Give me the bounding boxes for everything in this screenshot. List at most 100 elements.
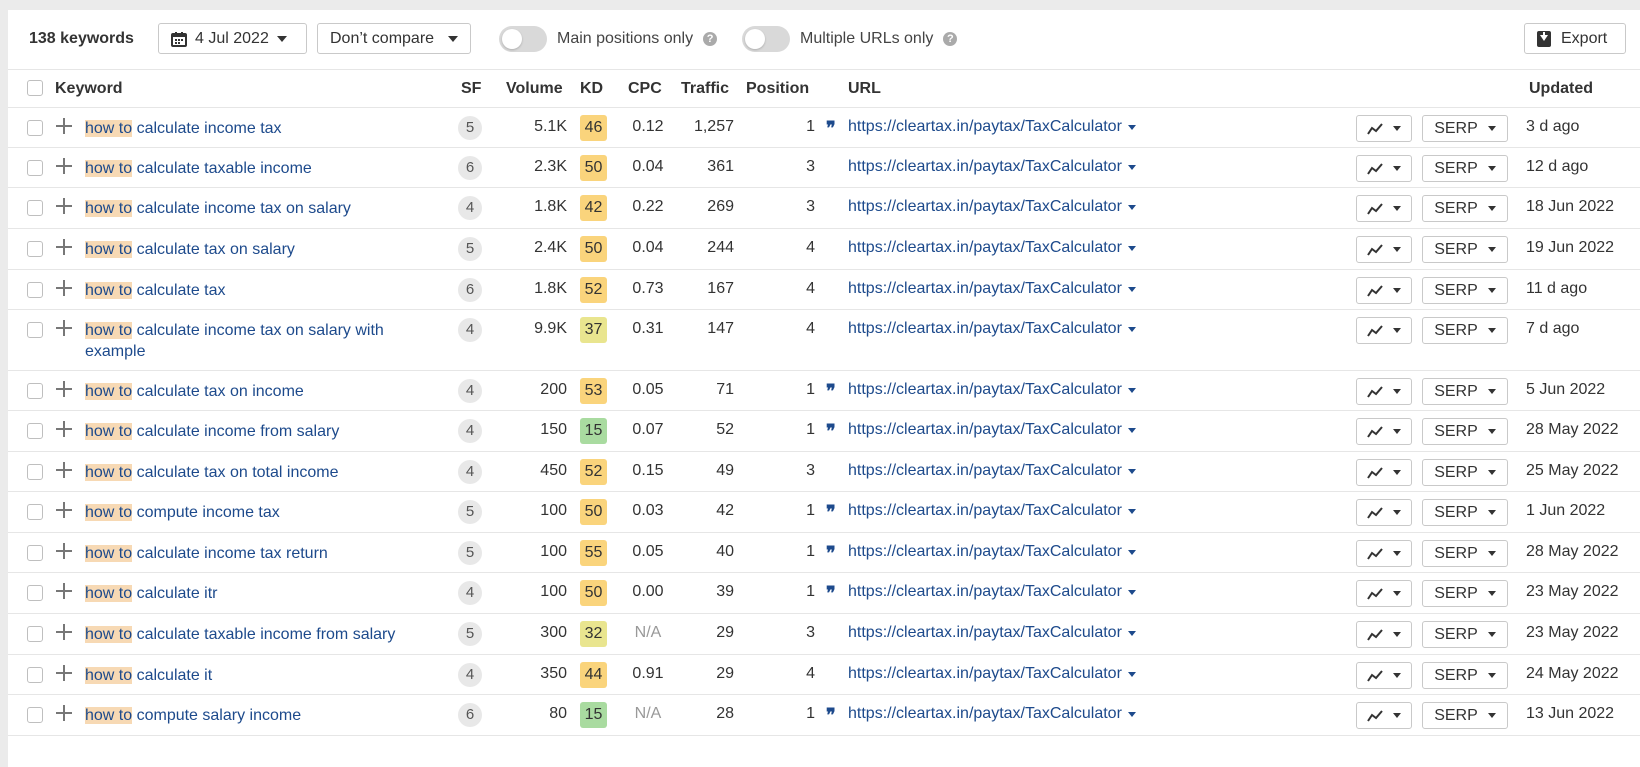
keyword-link[interactable]: how to calculate income tax bbox=[85, 118, 425, 139]
add-to-list-icon[interactable] bbox=[56, 381, 72, 397]
keyword-link[interactable]: how to calculate income from salary bbox=[85, 421, 425, 442]
url-link[interactable]: https://cleartax.in/paytax/TaxCalculator bbox=[848, 462, 1136, 480]
column-traffic[interactable]: Traffic bbox=[681, 80, 729, 98]
chevron-down-icon[interactable] bbox=[1127, 204, 1136, 210]
chevron-down-icon[interactable] bbox=[1127, 589, 1136, 595]
serp-features-count[interactable]: 6 bbox=[458, 156, 482, 180]
chevron-down-icon[interactable] bbox=[1127, 387, 1136, 393]
position-history-button[interactable] bbox=[1356, 702, 1412, 729]
position-history-button[interactable] bbox=[1356, 662, 1412, 689]
chevron-down-icon[interactable] bbox=[1127, 164, 1136, 170]
url-link[interactable]: https://cleartax.in/paytax/TaxCalculator bbox=[848, 421, 1136, 439]
serp-button[interactable]: SERP bbox=[1422, 378, 1508, 405]
help-icon[interactable]: ? bbox=[703, 31, 718, 46]
position-history-button[interactable] bbox=[1356, 580, 1412, 607]
keyword-link[interactable]: how to calculate tax on salary bbox=[85, 239, 425, 260]
serp-features-count[interactable]: 4 bbox=[458, 196, 482, 220]
serp-features-count[interactable]: 4 bbox=[458, 581, 482, 605]
row-checkbox[interactable] bbox=[27, 383, 43, 399]
row-checkbox[interactable] bbox=[27, 241, 43, 257]
serp-features-count[interactable]: 4 bbox=[458, 318, 482, 342]
url-link[interactable]: https://cleartax.in/paytax/TaxCalculator bbox=[848, 381, 1136, 399]
main-positions-toggle[interactable] bbox=[499, 25, 547, 52]
column-position[interactable]: Position bbox=[746, 80, 809, 98]
serp-button[interactable]: SERP bbox=[1422, 540, 1508, 567]
keyword-link[interactable]: how to calculate taxable income from sal… bbox=[85, 624, 425, 645]
keyword-link[interactable]: how to calculate it bbox=[85, 665, 425, 686]
serp-features-count[interactable]: 4 bbox=[458, 460, 482, 484]
row-checkbox[interactable] bbox=[27, 160, 43, 176]
url-link[interactable]: https://cleartax.in/paytax/TaxCalculator bbox=[848, 198, 1136, 216]
add-to-list-icon[interactable] bbox=[56, 624, 72, 640]
url-link[interactable]: https://cleartax.in/paytax/TaxCalculator bbox=[848, 502, 1136, 520]
column-kd[interactable]: KD bbox=[580, 80, 603, 98]
keyword-link[interactable]: how to calculate income tax on salary bbox=[85, 198, 425, 219]
compare-dropdown[interactable]: Don’t compare bbox=[317, 23, 471, 54]
serp-button[interactable]: SERP bbox=[1422, 499, 1508, 526]
keyword-link[interactable]: how to calculate tax on income bbox=[85, 381, 425, 402]
position-history-button[interactable] bbox=[1356, 540, 1412, 567]
column-volume[interactable]: Volume bbox=[506, 80, 563, 98]
export-button[interactable]: Export bbox=[1524, 23, 1626, 54]
position-history-button[interactable] bbox=[1356, 378, 1412, 405]
add-to-list-icon[interactable] bbox=[56, 320, 72, 336]
keyword-link[interactable]: how to calculate income tax return bbox=[85, 543, 425, 564]
chevron-down-icon[interactable] bbox=[1127, 427, 1136, 433]
position-history-button[interactable] bbox=[1356, 621, 1412, 648]
row-checkbox[interactable] bbox=[27, 626, 43, 642]
row-checkbox[interactable] bbox=[27, 120, 43, 136]
serp-button[interactable]: SERP bbox=[1422, 621, 1508, 648]
column-cpc[interactable]: CPC bbox=[628, 80, 662, 98]
multiple-urls-toggle[interactable] bbox=[742, 25, 790, 52]
add-to-list-icon[interactable] bbox=[56, 462, 72, 478]
chevron-down-icon[interactable] bbox=[1127, 124, 1136, 130]
position-history-button[interactable] bbox=[1356, 195, 1412, 222]
add-to-list-icon[interactable] bbox=[56, 239, 72, 255]
url-link[interactable]: https://cleartax.in/paytax/TaxCalculator bbox=[848, 705, 1136, 723]
url-link[interactable]: https://cleartax.in/paytax/TaxCalculator bbox=[848, 665, 1136, 683]
position-history-button[interactable] bbox=[1356, 277, 1412, 304]
serp-features-count[interactable]: 5 bbox=[458, 500, 482, 524]
row-checkbox[interactable] bbox=[27, 423, 43, 439]
date-picker-button[interactable]: 4 Jul 2022 bbox=[158, 23, 307, 54]
add-to-list-icon[interactable] bbox=[56, 198, 72, 214]
serp-button[interactable]: SERP bbox=[1422, 277, 1508, 304]
row-checkbox[interactable] bbox=[27, 545, 43, 561]
row-checkbox[interactable] bbox=[27, 322, 43, 338]
position-history-button[interactable] bbox=[1356, 115, 1412, 142]
row-checkbox[interactable] bbox=[27, 667, 43, 683]
keyword-link[interactable]: how to calculate taxable income bbox=[85, 158, 425, 179]
row-checkbox[interactable] bbox=[27, 200, 43, 216]
position-history-button[interactable] bbox=[1356, 236, 1412, 263]
keyword-link[interactable]: how to calculate tax bbox=[85, 280, 425, 301]
chevron-down-icon[interactable] bbox=[1127, 245, 1136, 251]
serp-button[interactable]: SERP bbox=[1422, 115, 1508, 142]
chevron-down-icon[interactable] bbox=[1127, 286, 1136, 292]
serp-features-count[interactable]: 5 bbox=[458, 541, 482, 565]
add-to-list-icon[interactable] bbox=[56, 665, 72, 681]
serp-features-count[interactable]: 5 bbox=[458, 622, 482, 646]
add-to-list-icon[interactable] bbox=[56, 158, 72, 174]
keyword-link[interactable]: how to compute salary income bbox=[85, 705, 425, 726]
serp-features-count[interactable]: 6 bbox=[458, 703, 482, 727]
url-link[interactable]: https://cleartax.in/paytax/TaxCalculator bbox=[848, 239, 1136, 257]
add-to-list-icon[interactable] bbox=[56, 705, 72, 721]
chevron-down-icon[interactable] bbox=[1127, 711, 1136, 717]
keyword-link[interactable]: how to calculate income tax on salary wi… bbox=[85, 320, 425, 362]
add-to-list-icon[interactable] bbox=[56, 280, 72, 296]
url-link[interactable]: https://cleartax.in/paytax/TaxCalculator bbox=[848, 583, 1136, 601]
row-checkbox[interactable] bbox=[27, 282, 43, 298]
add-to-list-icon[interactable] bbox=[56, 543, 72, 559]
serp-button[interactable]: SERP bbox=[1422, 459, 1508, 486]
row-checkbox[interactable] bbox=[27, 585, 43, 601]
add-to-list-icon[interactable] bbox=[56, 502, 72, 518]
serp-features-count[interactable]: 6 bbox=[458, 278, 482, 302]
chevron-down-icon[interactable] bbox=[1127, 508, 1136, 514]
add-to-list-icon[interactable] bbox=[56, 118, 72, 134]
chevron-down-icon[interactable] bbox=[1127, 549, 1136, 555]
row-checkbox[interactable] bbox=[27, 464, 43, 480]
serp-features-count[interactable]: 5 bbox=[458, 116, 482, 140]
chevron-down-icon[interactable] bbox=[1127, 468, 1136, 474]
position-history-button[interactable] bbox=[1356, 499, 1412, 526]
position-history-button[interactable] bbox=[1356, 459, 1412, 486]
